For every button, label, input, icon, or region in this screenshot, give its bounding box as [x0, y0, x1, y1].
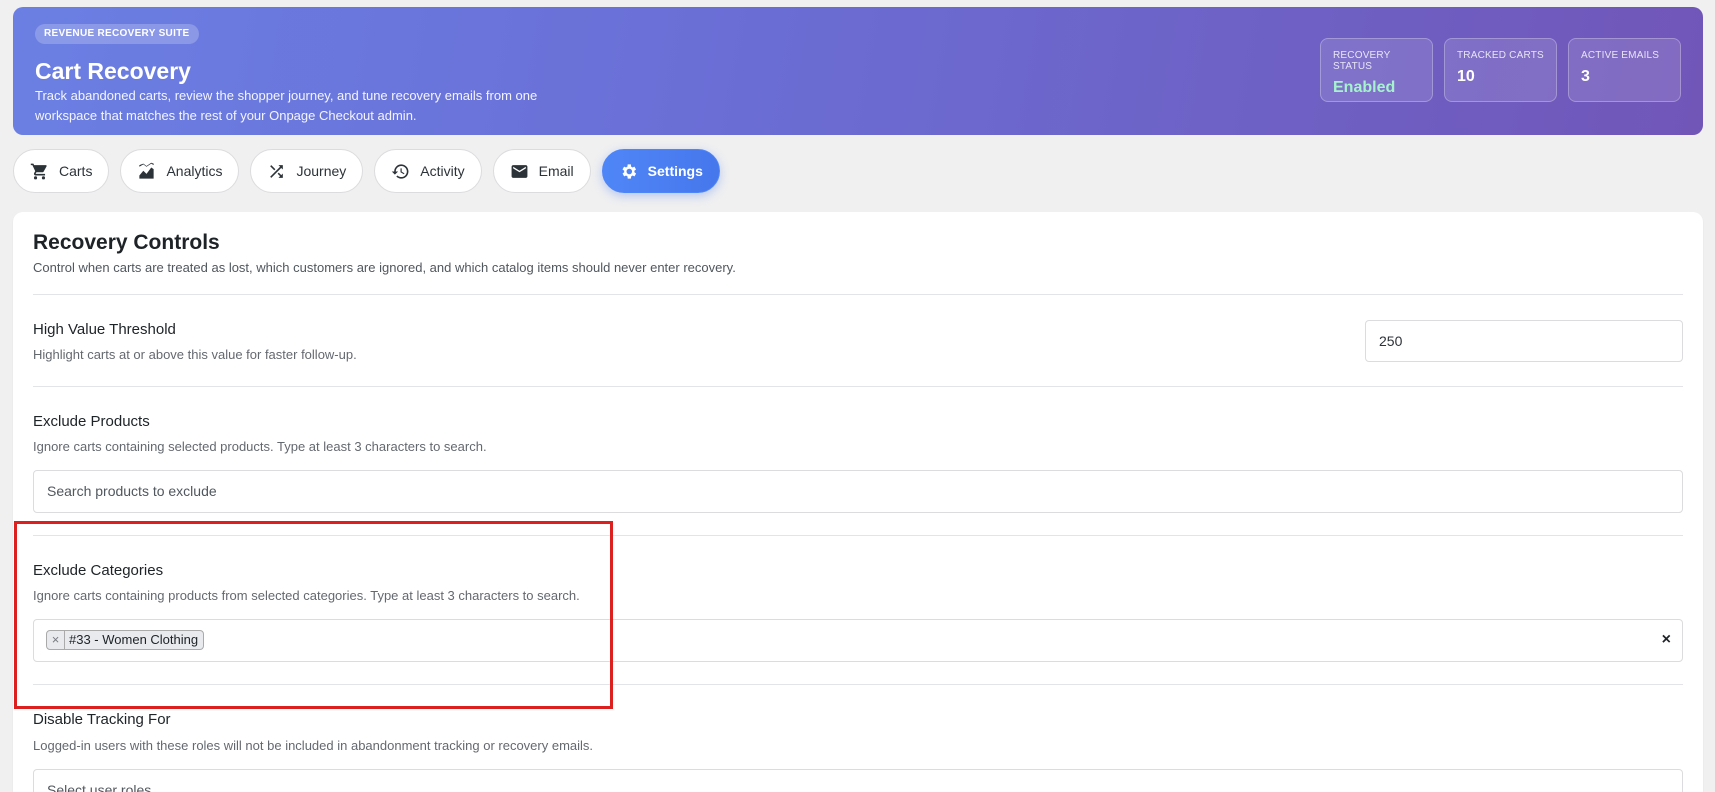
exclude-products-search-input[interactable]	[47, 483, 1669, 499]
chart-icon	[139, 162, 155, 179]
high-value-field[interactable]	[1379, 333, 1669, 349]
disable-tracking-help: Logged-in users with these roles will no…	[33, 738, 594, 753]
tab-label: Activity	[420, 163, 465, 179]
history-icon	[392, 163, 409, 179]
high-value-label: High Value Threshold	[33, 321, 176, 338]
clear-selection-button[interactable]: ×	[1662, 620, 1671, 660]
exclude-products-label: Exclude Products	[33, 413, 150, 430]
exclude-categories-help: Ignore carts containing products from se…	[33, 588, 580, 603]
stat-active-emails: ACTIVE EMAILS 3	[1568, 38, 1681, 102]
tab-analytics[interactable]: Analytics	[120, 149, 240, 193]
tag-remove-button[interactable]: ×	[47, 631, 65, 649]
tab-journey[interactable]: Journey	[250, 149, 364, 193]
exclude-categories-select[interactable]: × #33 - Women Clothing ×	[33, 619, 1683, 662]
high-value-help: Highlight carts at or above this value f…	[33, 347, 357, 362]
stats-group: RECOVERY STATUS Enabled TRACKED CARTS 10…	[1320, 38, 1681, 102]
suite-badge: REVENUE RECOVERY SUITE	[35, 24, 199, 44]
high-value-input[interactable]	[1365, 320, 1683, 362]
section-title: Recovery Controls	[33, 231, 220, 254]
tab-label: Email	[538, 163, 574, 179]
cart-icon	[30, 163, 47, 179]
tab-email[interactable]: Email	[492, 149, 591, 193]
page-description: Track abandoned carts, review the shoppe…	[35, 88, 538, 123]
category-tag: × #33 - Women Clothing	[46, 630, 205, 650]
divider	[33, 535, 1683, 536]
recovery-controls-card: Recovery Controls Control when carts are…	[13, 212, 1703, 792]
disable-tracking-label: Disable Tracking For	[33, 711, 171, 728]
exclude-products-help: Ignore carts containing selected product…	[33, 439, 487, 454]
hero-banner: REVENUE RECOVERY SUITE Cart Recovery Tra…	[13, 7, 1703, 135]
stat-label: TRACKED CARTS	[1457, 50, 1544, 61]
tab-carts[interactable]: Carts	[13, 149, 110, 193]
stat-value: Enabled	[1333, 79, 1396, 96]
stat-value: 3	[1581, 68, 1590, 85]
user-roles-select[interactable]	[33, 769, 1683, 792]
tab-settings[interactable]: Settings	[601, 149, 720, 193]
tab-activity[interactable]: Activity	[374, 149, 482, 193]
exclude-categories-label: Exclude Categories	[33, 562, 164, 579]
user-roles-search-input[interactable]	[47, 782, 1669, 792]
envelope-icon	[511, 164, 528, 178]
stat-recovery-status: RECOVERY STATUS Enabled	[1320, 38, 1433, 102]
tab-label: Settings	[647, 163, 703, 179]
page-title: Cart Recovery	[35, 58, 191, 84]
exclude-products-select[interactable]	[33, 470, 1683, 513]
shuffle-icon	[270, 164, 284, 178]
section-description: Control when carts are treated as lost, …	[33, 260, 736, 275]
divider	[33, 684, 1683, 685]
divider	[33, 294, 1683, 295]
tab-label: Carts	[59, 163, 93, 179]
stat-tracked-carts: TRACKED CARTS 10	[1444, 38, 1557, 102]
tab-label: Journey	[296, 163, 347, 179]
stat-label: ACTIVE EMAILS	[1581, 50, 1660, 61]
tab-bar: Carts Analytics Journey Activity Email S…	[13, 149, 720, 193]
gear-icon	[622, 163, 636, 179]
tag-label: #33 - Women Clothing	[69, 632, 199, 647]
divider	[33, 386, 1683, 387]
tab-label: Analytics	[166, 163, 223, 179]
stat-label: RECOVERY STATUS	[1333, 50, 1391, 72]
stat-value: 10	[1457, 68, 1475, 85]
